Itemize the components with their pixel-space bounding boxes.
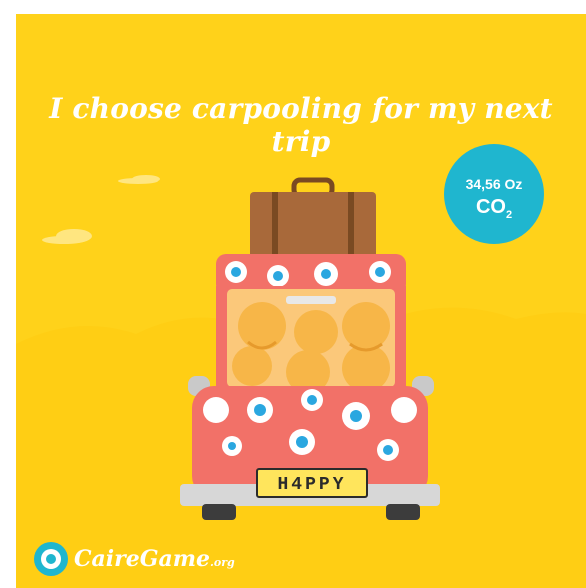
suitcase-icon bbox=[250, 177, 376, 266]
co2-unit: CO2 bbox=[444, 196, 544, 221]
co2-badge: 34,56 Oz CO2 bbox=[444, 144, 544, 244]
cairegame-logo-icon bbox=[34, 542, 68, 576]
logo-name: CaireGame bbox=[74, 546, 211, 572]
co2-unit-text: CO bbox=[475, 196, 506, 218]
license-plate: H4PPY bbox=[256, 468, 368, 498]
logo-suffix: .org bbox=[210, 556, 235, 569]
cloud-icon bbox=[42, 229, 92, 244]
logo-text: CaireGame.org bbox=[74, 546, 235, 572]
cloud-icon bbox=[118, 175, 160, 184]
co2-amount: 34,56 Oz bbox=[465, 176, 523, 192]
poster-card: I choose carpooling for my next trip 34,… bbox=[16, 14, 586, 588]
co2-subscript: 2 bbox=[505, 209, 513, 221]
